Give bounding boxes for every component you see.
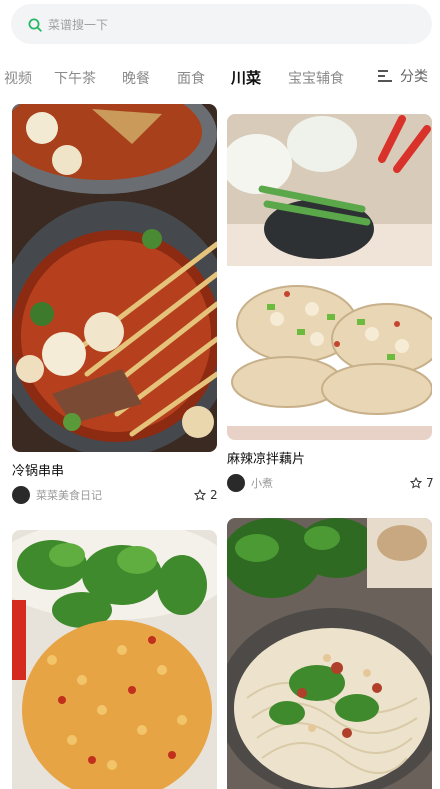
tab-baby-food[interactable]: 宝宝辅食 [288, 68, 344, 88]
recipe-title[interactable]: 冷锅串串 [12, 460, 64, 479]
search-icon [28, 17, 42, 32]
tab-noodles[interactable]: 面食 [177, 68, 205, 88]
categories-button[interactable]: 分类 [360, 58, 440, 94]
menu-icon [378, 70, 392, 82]
tab-sichuan[interactable]: 川菜 [231, 67, 261, 88]
recipe-author[interactable]: 小煮 [227, 474, 273, 492]
like-count: 2 [210, 488, 218, 502]
search-placeholder: 菜谱搜一下 [48, 17, 109, 32]
author-name: 菜菜美食日记 [36, 489, 102, 502]
recipe-card-image[interactable] [12, 530, 217, 789]
star-icon [194, 489, 206, 501]
like-count: 7 [426, 476, 434, 490]
avatar [227, 474, 245, 492]
like-button[interactable]: 7 [410, 476, 434, 490]
avatar [12, 486, 30, 504]
like-button[interactable]: 2 [194, 488, 218, 502]
recipe-card-image[interactable] [12, 104, 217, 452]
tab-dinner[interactable]: 晚餐 [122, 68, 150, 88]
search-bar[interactable]: 菜谱搜一下 [11, 4, 432, 44]
recipe-card-image[interactable] [227, 114, 432, 440]
recipe-author[interactable]: 菜菜美食日记 [12, 486, 102, 504]
tab-video[interactable]: 视频 [4, 68, 32, 88]
author-name: 小煮 [251, 477, 273, 490]
recipe-title[interactable]: 麻辣凉拌藕片 [227, 448, 305, 467]
star-icon [410, 477, 422, 489]
category-tabs: 视频 下午茶 晚餐 面食 川菜 宝宝辅食 分类 [0, 58, 440, 94]
tab-afternoon-tea[interactable]: 下午茶 [54, 68, 96, 88]
categories-label: 分类 [400, 69, 428, 85]
recipe-card-image[interactable] [227, 518, 432, 789]
